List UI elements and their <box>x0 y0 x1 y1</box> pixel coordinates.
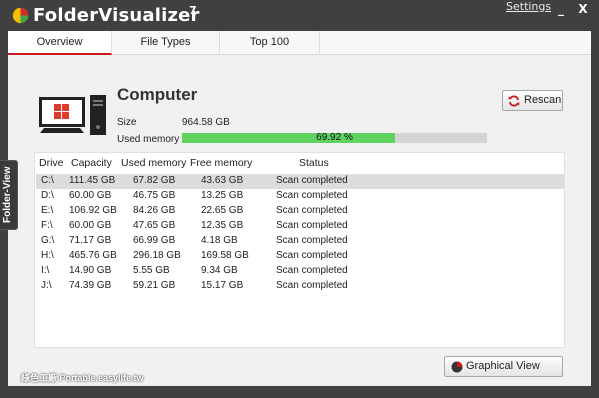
minimize-button[interactable]: _ <box>553 2 569 16</box>
folder-view-side-tab[interactable]: Folder-View <box>0 160 18 230</box>
tab-bar: Overview File Types Top 100 <box>8 31 591 55</box>
cell-free-memory: 15.17 GB <box>201 280 244 291</box>
app-title: FolderVisualizer <box>33 5 200 26</box>
used-memory-label: Used memory <box>117 134 180 145</box>
graphical-view-label: Graphical View <box>466 360 540 372</box>
side-tab-label: Folder-View <box>2 166 13 224</box>
cell-free-memory: 12.35 GB <box>201 220 244 231</box>
cell-status: Scan completed <box>276 205 348 216</box>
cell-free-memory: 4.18 GB <box>201 235 238 246</box>
tab-overview[interactable]: Overview <box>8 31 112 55</box>
column-header-status[interactable]: Status <box>299 157 329 169</box>
tab-top-100[interactable]: Top 100 <box>220 31 320 55</box>
cell-used-memory: 84.26 GB <box>133 205 176 216</box>
cell-capacity: 74.39 GB <box>69 280 112 291</box>
cell-free-memory: 22.65 GB <box>201 205 244 216</box>
table-row[interactable]: C:\ 111.45 GB 67.82 GB 43.63 GB Scan complet… <box>36 174 564 189</box>
cell-status: Scan completed <box>276 265 348 276</box>
cell-drive: E:\ <box>41 205 54 216</box>
cell-capacity: 60.00 GB <box>69 190 112 201</box>
cell-free-memory: 13.25 GB <box>201 190 244 201</box>
column-header-used-memory[interactable]: Used memory <box>121 157 186 169</box>
cell-used-memory: 46.75 GB <box>133 190 176 201</box>
size-value: 964.58 GB <box>182 117 230 128</box>
column-header-free-memory[interactable]: Free memory <box>190 157 252 169</box>
cell-drive: D:\ <box>41 190 54 201</box>
table-row[interactable]: D:\ 60.00 GB 46.75 GB 13.25 GB Scan complete… <box>36 189 564 204</box>
table-row[interactable]: E:\ 106.92 GB 84.26 GB 22.65 GB Scan complet… <box>36 204 564 219</box>
cell-drive: J:\ <box>41 280 52 291</box>
size-label: Size <box>117 117 137 128</box>
cell-capacity: 71.17 GB <box>69 235 112 246</box>
cell-used-memory: 66.99 GB <box>133 235 176 246</box>
refresh-icon <box>508 95 520 107</box>
used-memory-percent: 69.92 % <box>316 132 353 143</box>
table-row[interactable]: H:\ 465.76 GB 296.18 GB 169.58 GB Scan compl… <box>36 249 564 264</box>
cell-used-memory: 296.18 GB <box>133 250 181 261</box>
table-row[interactable]: J:\ 74.39 GB 59.21 GB 15.17 GB Scan complete… <box>36 279 564 294</box>
cell-used-memory: 59.21 GB <box>133 280 176 291</box>
cell-drive: G:\ <box>41 235 55 246</box>
overview-panel: Computer Size 964.58 GB Used memory 69.9… <box>8 55 591 386</box>
cell-capacity: 106.92 GB <box>69 205 117 216</box>
drive-table: Drive Capacity Used memory Free memory S… <box>34 152 565 348</box>
cell-drive: H:\ <box>41 250 54 261</box>
column-header-capacity[interactable]: Capacity <box>71 157 112 169</box>
cell-used-memory: 67.82 GB <box>133 175 176 186</box>
rescan-button[interactable]: Rescan <box>502 90 563 111</box>
cell-status: Scan completed <box>276 250 348 261</box>
cell-capacity: 14.90 GB <box>69 265 112 276</box>
app-window: FolderVisualizer 7 Settings _ X Overview… <box>0 0 599 398</box>
cell-free-memory: 169.58 GB <box>201 250 249 261</box>
cell-status: Scan completed <box>276 175 348 186</box>
cell-free-memory: 9.34 GB <box>201 265 238 276</box>
used-memory-bar: 69.92 % <box>182 132 487 143</box>
settings-link[interactable]: Settings <box>506 0 551 13</box>
cell-drive: C:\ <box>41 175 54 186</box>
computer-title: Computer <box>117 85 198 104</box>
cell-free-memory: 43.63 GB <box>201 175 244 186</box>
title-bar: FolderVisualizer 7 Settings _ X <box>0 0 599 30</box>
cell-used-memory: 47.65 GB <box>133 220 176 231</box>
tab-file-types[interactable]: File Types <box>112 31 220 55</box>
cell-capacity: 111.45 GB <box>69 175 116 186</box>
cell-status: Scan completed <box>276 235 348 246</box>
cell-used-memory: 5.55 GB <box>133 265 170 276</box>
column-header-drive[interactable]: Drive <box>39 157 64 169</box>
rescan-label: Rescan <box>524 94 562 106</box>
cell-drive: F:\ <box>41 220 53 231</box>
cell-status: Scan completed <box>276 220 348 231</box>
computer-icon <box>39 95 106 135</box>
watermark: 綠色工廠 Portable.easylife.tw <box>21 373 144 383</box>
table-row[interactable]: G:\ 71.17 GB 66.99 GB 4.18 GB Scan completed <box>36 234 564 249</box>
cell-capacity: 465.76 GB <box>69 250 117 261</box>
cell-capacity: 60.00 GB <box>69 220 112 231</box>
cell-status: Scan completed <box>276 280 348 291</box>
cell-status: Scan completed <box>276 190 348 201</box>
table-row[interactable]: I:\ 14.90 GB 5.55 GB 9.34 GB Scan completed <box>36 264 564 279</box>
graphical-view-button[interactable]: Graphical View <box>444 356 563 377</box>
cell-drive: I:\ <box>41 265 50 276</box>
pie-chart-icon <box>451 361 463 373</box>
close-button[interactable]: X <box>575 2 591 16</box>
app-version: 7 <box>189 4 197 17</box>
app-logo-icon <box>12 7 29 24</box>
table-row[interactable]: F:\ 60.00 GB 47.65 GB 12.35 GB Scan complete… <box>36 219 564 234</box>
